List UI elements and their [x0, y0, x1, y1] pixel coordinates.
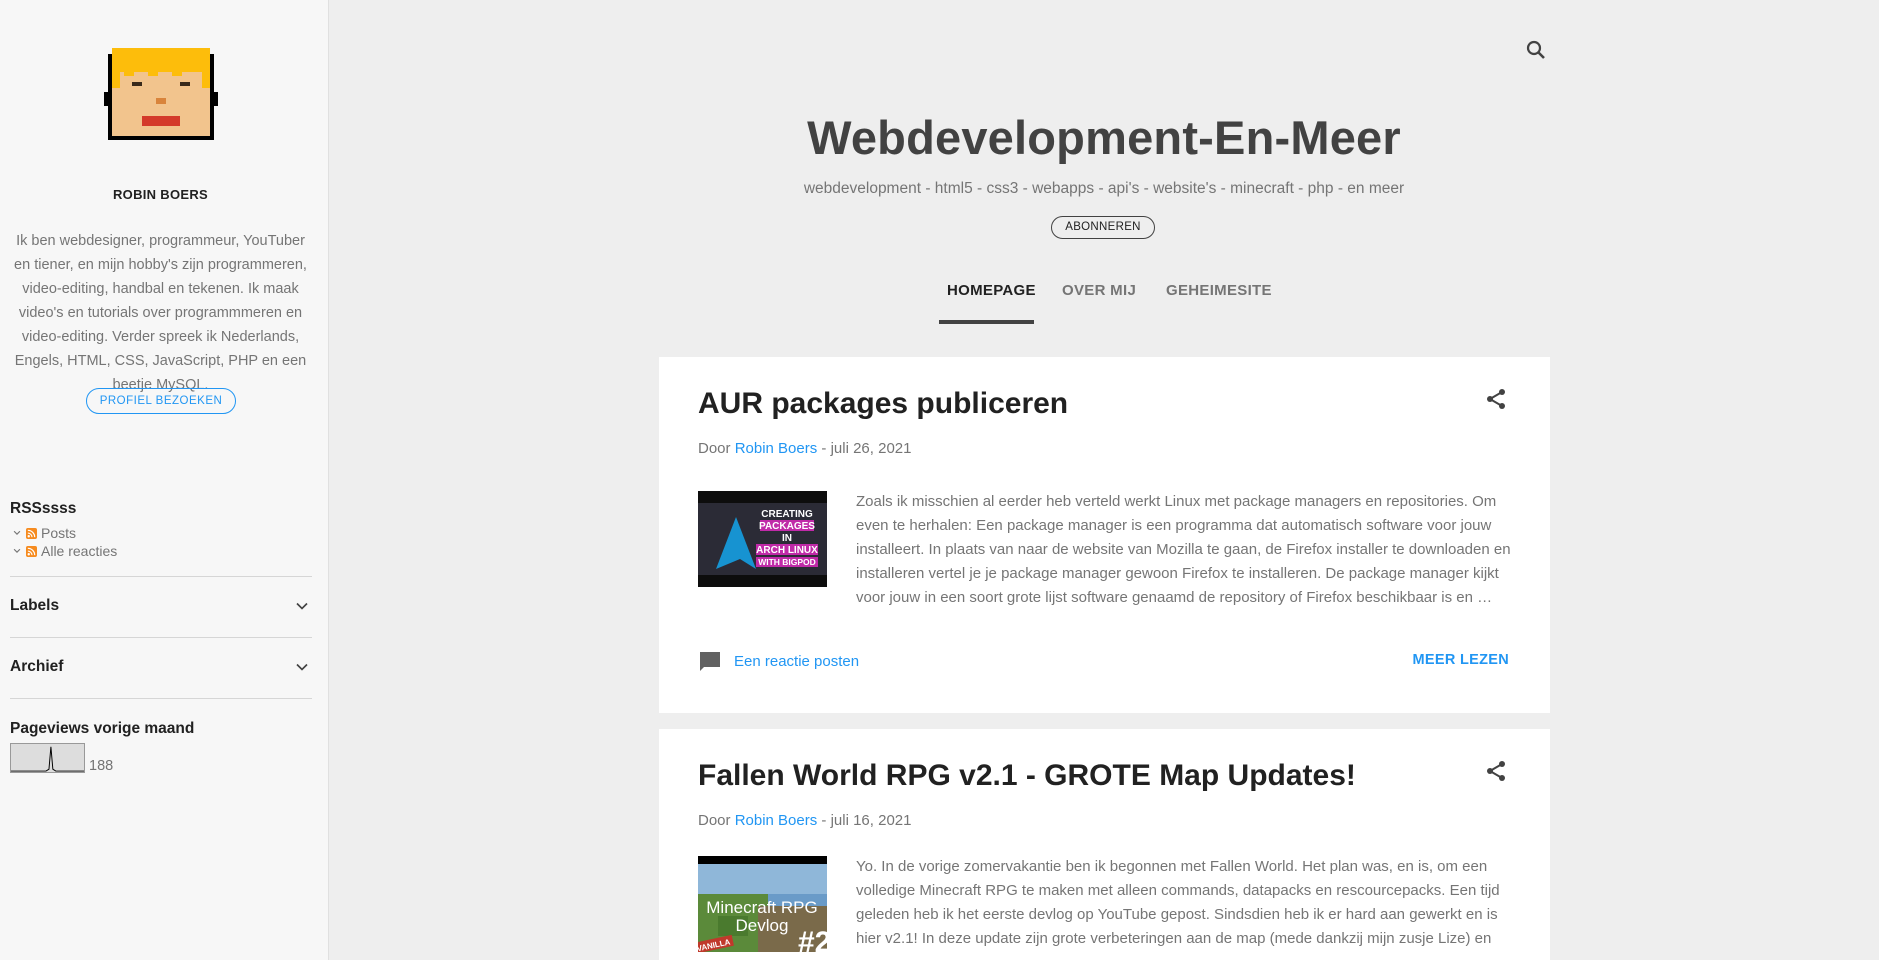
read-more-link[interactable]: MEER LEZEN [1413, 652, 1509, 668]
thumbnail-text: CREATING [761, 509, 813, 520]
thumbnail-text: ARCH LINUX [756, 545, 818, 556]
post-date[interactable]: - juli 16, 2021 [821, 812, 911, 829]
comment-icon [700, 652, 720, 671]
post-title[interactable]: AUR packages publiceren [698, 387, 1068, 421]
comment-link-label: Een reactie posten [734, 652, 860, 670]
rss-icon [26, 545, 37, 557]
rss-item-label: Alle reacties [41, 543, 118, 559]
tab-secret-site[interactable]: GEHEIMESITE [1166, 282, 1272, 299]
active-tab-indicator [939, 320, 1034, 324]
post-byline: Door Robin Boers - juli 26, 2021 [698, 440, 911, 457]
post-date[interactable]: - juli 26, 2021 [821, 440, 911, 457]
chevron-down-icon [296, 602, 308, 610]
byline-prefix: Door [698, 812, 731, 829]
search-icon[interactable] [1524, 38, 1548, 62]
post-byline: Door Robin Boers - juli 16, 2021 [698, 812, 911, 829]
tab-about-me[interactable]: OVER MIJ [1062, 282, 1136, 299]
thumbnail-text: Minecraft RPG [706, 898, 817, 917]
archive-widget-toggle[interactable]: Archief [10, 657, 312, 677]
thumbnail-text: WITH BIGPOD [758, 557, 816, 567]
post-author-link[interactable]: Robin Boers [735, 812, 818, 829]
divider [10, 576, 312, 577]
post-card: AUR packages publiceren Door Robin Boers… [659, 357, 1550, 713]
rss-item-label: Posts [41, 525, 77, 541]
profile-name: ROBIN BOERS [112, 187, 209, 202]
pageviews-count: 188 [89, 758, 114, 774]
labels-widget-title: Labels [10, 597, 60, 614]
divider [10, 637, 312, 638]
divider [10, 698, 312, 699]
post-comment-link[interactable]: Een reactie posten [698, 649, 859, 673]
blog-description: webdevelopment - html5 - css3 - webapps … [803, 180, 1405, 197]
rss-list: Posts Alle reacties [10, 524, 117, 560]
labels-widget-toggle[interactable]: Labels [10, 596, 312, 616]
thumbnail-image: Minecraft RPG Devlog #2 VANILLA [698, 856, 827, 952]
post-title[interactable]: Fallen World RPG v2.1 - GROTE Map Update… [698, 759, 1356, 793]
rss-widget-title: RSSssss [10, 500, 77, 517]
post-thumbnail[interactable]: CREATING PACKAGES IN ARCH LINUX WITH BIG… [698, 491, 827, 587]
thumbnail-image: CREATING PACKAGES IN ARCH LINUX WITH BIG… [698, 491, 827, 587]
profile-description: Ik ben webdesigner, programmeur, YouTube… [14, 233, 307, 393]
blog-title[interactable]: Webdevelopment-En-Meer [329, 110, 1879, 165]
thumbnail-text: #2 [798, 926, 827, 952]
post-snippet: Yo. In de vorige zomervakantie ben ik be… [856, 858, 1500, 947]
thumbnail-text: IN [782, 533, 792, 544]
thumbnail-text: Devlog [736, 916, 789, 935]
share-icon[interactable] [1484, 759, 1508, 783]
visit-profile-button[interactable]: PROFIEL BEZOEKEN [86, 388, 236, 414]
chevron-down-icon [13, 530, 21, 535]
pageviews-sparkline [10, 743, 85, 773]
subscribe-button[interactable]: ABONNEREN [1051, 216, 1155, 239]
rss-icon [26, 527, 37, 539]
post-card: Fallen World RPG v2.1 - GROTE Map Update… [659, 729, 1550, 960]
post-thumbnail[interactable]: Minecraft RPG Devlog #2 VANILLA [698, 856, 827, 952]
byline-prefix: Door [698, 440, 731, 457]
pageviews-widget-title: Pageviews vorige maand [10, 720, 195, 737]
tab-homepage[interactable]: HOMEPAGE [947, 282, 1036, 299]
profile-sidebar: ROBIN BOERS Ik ben webdesigner, programm… [0, 0, 329, 960]
rss-item-comments[interactable]: Alle reacties [10, 542, 117, 560]
avatar[interactable] [104, 44, 218, 144]
chevron-down-icon [13, 548, 21, 553]
post-snippet: Zoals ik misschien al eerder heb verteld… [856, 493, 1511, 606]
share-icon[interactable] [1484, 387, 1508, 411]
rss-item-posts[interactable]: Posts [10, 524, 117, 542]
thumbnail-text: PACKAGES [759, 521, 815, 532]
chevron-down-icon [296, 663, 308, 671]
post-author-link[interactable]: Robin Boers [735, 440, 818, 457]
archive-widget-title: Archief [10, 658, 64, 675]
